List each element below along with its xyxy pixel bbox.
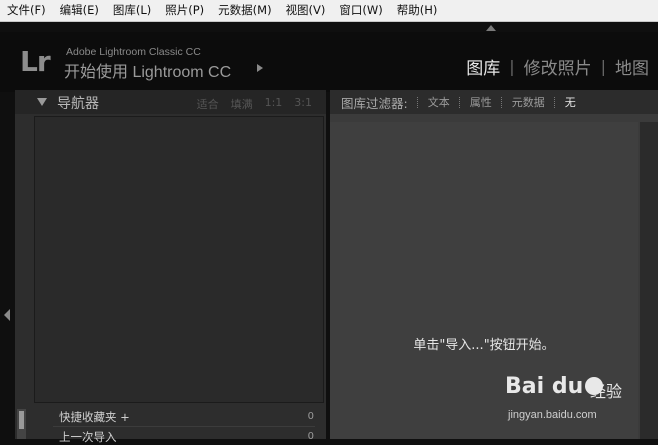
panel-scrollbar[interactable] — [17, 409, 26, 439]
filter-separator — [416, 96, 419, 108]
zoom-3-1[interactable]: 3:1 — [294, 96, 312, 112]
watermark-text: 经验 — [590, 382, 623, 401]
baidu-logo-text: Bai du — [505, 374, 584, 399]
zoom-1-1[interactable]: 1:1 — [265, 96, 283, 112]
collection-quick-count: 0 — [307, 411, 314, 422]
left-panel: 导航器 适合 填满 1:1 3:1 快捷收藏夹 + 0 上一次导入 0 — [15, 90, 326, 444]
module-library[interactable]: 图库 — [457, 54, 509, 79]
import-prompt: 单击"导入..."按钮开始。 — [413, 338, 555, 353]
disclosure-triangle-icon[interactable] — [37, 98, 47, 106]
filter-attribute[interactable]: 属性 — [470, 94, 492, 110]
module-map[interactable]: 地图 — [606, 54, 658, 79]
collection-quick[interactable]: 快捷收藏夹 + — [59, 409, 130, 425]
zoom-options: 适合 填满 1:1 3:1 — [197, 96, 312, 112]
filter-separator — [553, 96, 556, 108]
navigator-header[interactable]: 导航器 适合 填满 1:1 3:1 — [15, 90, 326, 114]
watermark-url: jingyan.baidu.com — [508, 409, 597, 421]
divider — [53, 426, 315, 427]
filter-metadata[interactable]: 元数据 — [512, 94, 545, 110]
lightroom-logo: Lr — [20, 45, 51, 78]
module-picker: 图库 | 修改照片 | 地图 — [457, 54, 658, 79]
scrollbar-thumb[interactable] — [19, 411, 24, 429]
menu-bar: 文件(F) 编辑(E) 图库(L) 照片(P) 元数据(M) 视图(V) 窗口(… — [0, 0, 658, 22]
filter-title: 图库过滤器: — [341, 95, 408, 111]
collapse-left-panel-icon[interactable] — [4, 309, 10, 321]
navigator-title: 导航器 — [57, 96, 99, 112]
filter-text[interactable]: 文本 — [428, 94, 450, 110]
collection-last-import[interactable]: 上一次导入 — [59, 429, 117, 445]
library-filter-bar: 图库过滤器: 文本 属性 元数据 无 — [330, 90, 658, 114]
filter-separator — [458, 96, 461, 108]
zoom-fill[interactable]: 填满 — [231, 96, 253, 112]
navigator-preview[interactable] — [34, 116, 324, 403]
play-arrow-icon[interactable] — [257, 64, 263, 72]
menu-metadata[interactable]: 元数据(M) — [211, 0, 278, 21]
zoom-fit[interactable]: 适合 — [197, 96, 219, 112]
menu-window[interactable]: 窗口(W) — [332, 0, 389, 21]
filter-separator — [500, 96, 503, 108]
identity-plate: Lr Adobe Lightroom Classic CC 开始使用 Light… — [0, 32, 658, 92]
menu-file[interactable]: 文件(F) — [0, 0, 53, 21]
menu-view[interactable]: 视图(V) — [279, 0, 333, 21]
filter-none[interactable]: 无 — [565, 94, 576, 110]
product-name: Adobe Lightroom Classic CC — [66, 46, 201, 58]
collection-last-import-count: 0 — [307, 431, 314, 442]
collapse-top-panel-icon[interactable] — [486, 25, 496, 31]
menu-library[interactable]: 图库(L) — [106, 0, 158, 21]
menu-help[interactable]: 帮助(H) — [390, 0, 445, 21]
menu-photo[interactable]: 照片(P) — [158, 0, 211, 21]
right-panel-collapsed[interactable] — [640, 122, 658, 439]
getting-started-link[interactable]: 开始使用 Lightroom CC — [64, 58, 231, 82]
module-develop[interactable]: 修改照片 — [515, 54, 601, 79]
menu-edit[interactable]: 编辑(E) — [53, 0, 106, 21]
